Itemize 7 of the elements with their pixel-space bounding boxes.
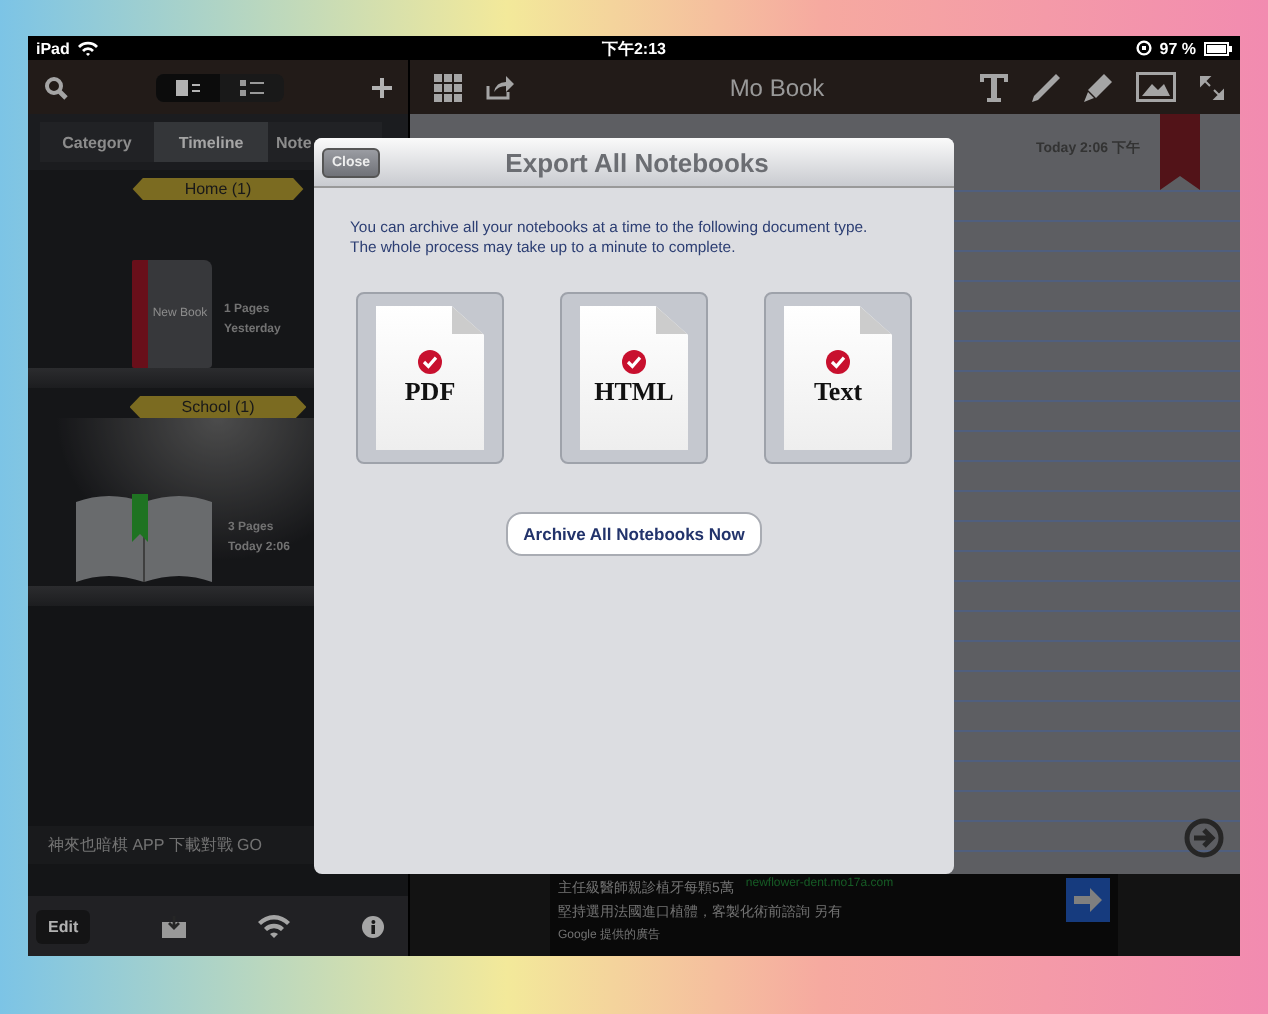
shelf-label: Home (1) [132,178,304,200]
device-name: iPad [36,39,70,57]
clock: 下午2:13 [601,37,666,59]
dialog-title: Export All Notebooks [503,147,771,177]
battery-percent: 97 % [1159,39,1196,57]
shelf-label: School (1) [129,396,307,418]
app-title: Mo Book [727,73,827,101]
